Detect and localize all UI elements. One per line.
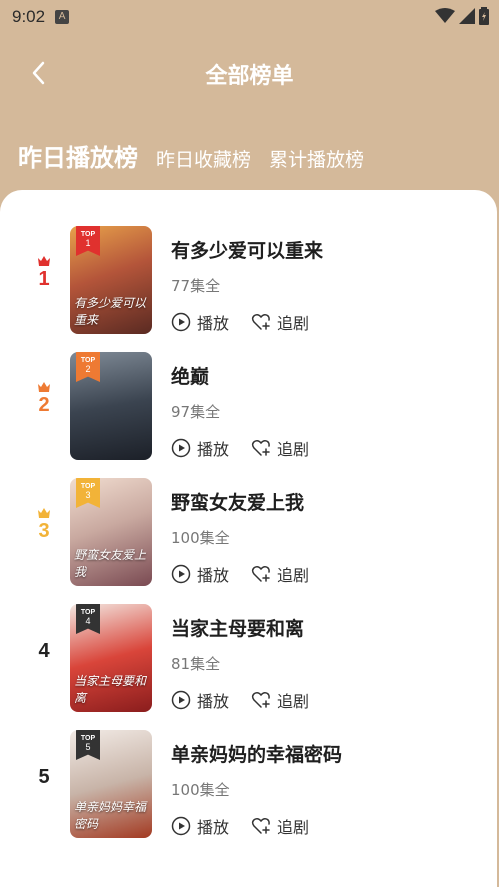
item-actions: 播放 追剧 xyxy=(171,562,309,586)
item-actions: 播放 追剧 xyxy=(171,814,309,838)
list-item[interactable]: 1 TOP 1 有多少爱可以重来 有多少爱可以重来 77集全 播放 追剧 xyxy=(0,226,497,336)
heart-plus-icon xyxy=(251,818,270,834)
follow-label: 追剧 xyxy=(277,692,310,711)
play-label: 播放 xyxy=(197,566,230,585)
play-circle-icon xyxy=(171,690,191,710)
top-badge: TOP 2 xyxy=(76,352,100,382)
follow-label: 追剧 xyxy=(277,566,310,585)
poster-image[interactable]: TOP 4 当家主母要和离 xyxy=(70,604,152,712)
crown-icon xyxy=(38,382,50,392)
crown-icon xyxy=(38,256,50,266)
follow-button[interactable]: 追剧 xyxy=(251,814,309,838)
rank-number: 1 xyxy=(38,268,50,290)
notification-badge: A xyxy=(55,10,70,24)
play-button[interactable]: 播放 xyxy=(171,562,229,586)
crown-icon xyxy=(38,508,50,518)
rank-indicator: 5 xyxy=(24,766,64,789)
signal-icon xyxy=(459,8,475,24)
episode-count: 97集全 xyxy=(171,403,221,421)
rank-number: 3 xyxy=(38,520,50,542)
play-circle-icon xyxy=(171,564,191,584)
list-item[interactable]: 5 TOP 5 单亲妈妈幸福密码 单亲妈妈的幸福密码 100集全 播放 追剧 xyxy=(0,730,497,840)
status-bar: 9:02 A xyxy=(0,0,499,34)
header: 全部榜单 xyxy=(0,48,499,100)
poster-caption: 有多少爱可以重来 xyxy=(74,296,147,327)
drama-title[interactable]: 有多少爱可以重来 xyxy=(171,236,323,263)
rank-number: 4 xyxy=(38,640,50,662)
follow-button[interactable]: 追剧 xyxy=(251,562,309,586)
poster-image[interactable]: TOP 1 有多少爱可以重来 xyxy=(70,226,152,334)
item-actions: 播放 追剧 xyxy=(171,436,309,460)
heart-plus-icon xyxy=(251,314,270,330)
follow-button[interactable]: 追剧 xyxy=(251,310,309,334)
heart-plus-icon xyxy=(251,566,270,582)
play-circle-icon xyxy=(171,438,191,458)
top-badge: TOP 1 xyxy=(76,226,100,256)
play-button[interactable]: 播放 xyxy=(171,814,229,838)
page-title: 全部榜单 xyxy=(205,64,294,89)
drama-title[interactable]: 绝巅 xyxy=(171,362,209,389)
top-badge: TOP 3 xyxy=(76,478,100,508)
heart-plus-icon xyxy=(251,692,270,708)
tab-yesterday-plays[interactable]: 昨日播放榜 xyxy=(18,138,138,173)
rank-indicator: 4 xyxy=(24,640,64,663)
play-label: 播放 xyxy=(197,692,230,711)
top-badge: TOP 5 xyxy=(76,730,100,760)
follow-label: 追剧 xyxy=(277,314,310,333)
play-button[interactable]: 播放 xyxy=(171,310,229,334)
rank-indicator: 2 xyxy=(24,382,64,417)
rank-number: 2 xyxy=(38,394,50,416)
poster-image[interactable]: TOP 5 单亲妈妈幸福密码 xyxy=(70,730,152,838)
episode-count: 100集全 xyxy=(171,781,230,799)
drama-title[interactable]: 野蛮女友爱上我 xyxy=(171,488,304,515)
poster-image[interactable]: TOP 3 野蛮女友爱上我 xyxy=(70,478,152,586)
poster-caption: 单亲妈妈幸福密码 xyxy=(74,800,147,831)
rank-indicator: 3 xyxy=(24,508,64,543)
list-item[interactable]: 2 TOP 2 绝巅 97集全 播放 追剧 xyxy=(0,352,497,462)
tab-total-plays[interactable]: 累计播放榜 xyxy=(269,145,364,172)
ranking-tabs: 昨日播放榜 昨日收藏榜 累计播放榜 xyxy=(18,138,364,173)
episode-count: 100集全 xyxy=(171,529,230,547)
battery-icon xyxy=(479,7,489,25)
wifi-icon xyxy=(435,8,455,23)
heart-plus-icon xyxy=(251,440,270,456)
play-label: 播放 xyxy=(197,818,230,837)
play-label: 播放 xyxy=(197,440,230,459)
tab-yesterday-favorites[interactable]: 昨日收藏榜 xyxy=(156,145,251,172)
item-actions: 播放 追剧 xyxy=(171,688,309,712)
poster-caption: 野蛮女友爱上我 xyxy=(74,548,147,579)
list-item[interactable]: 3 TOP 3 野蛮女友爱上我 野蛮女友爱上我 100集全 播放 追剧 xyxy=(0,478,497,588)
follow-button[interactable]: 追剧 xyxy=(251,688,309,712)
play-label: 播放 xyxy=(197,314,230,333)
follow-label: 追剧 xyxy=(277,818,310,837)
play-circle-icon xyxy=(171,816,191,836)
status-icons xyxy=(435,7,489,25)
status-time: 9:02 xyxy=(12,7,46,26)
ranking-list: 1 TOP 1 有多少爱可以重来 有多少爱可以重来 77集全 播放 追剧 2 T… xyxy=(0,190,497,887)
drama-title[interactable]: 单亲妈妈的幸福密码 xyxy=(171,740,342,767)
episode-count: 81集全 xyxy=(171,655,221,673)
rank-indicator: 1 xyxy=(24,256,64,291)
follow-label: 追剧 xyxy=(277,440,310,459)
rank-number: 5 xyxy=(38,766,50,788)
play-circle-icon xyxy=(171,312,191,332)
item-actions: 播放 追剧 xyxy=(171,310,309,334)
episode-count: 77集全 xyxy=(171,277,221,295)
play-button[interactable]: 播放 xyxy=(171,436,229,460)
drama-title[interactable]: 当家主母要和离 xyxy=(171,614,304,641)
top-badge: TOP 4 xyxy=(76,604,100,634)
list-item[interactable]: 4 TOP 4 当家主母要和离 当家主母要和离 81集全 播放 追剧 xyxy=(0,604,497,714)
poster-caption: 当家主母要和离 xyxy=(74,674,147,705)
follow-button[interactable]: 追剧 xyxy=(251,436,309,460)
play-button[interactable]: 播放 xyxy=(171,688,229,712)
poster-image[interactable]: TOP 2 xyxy=(70,352,152,460)
